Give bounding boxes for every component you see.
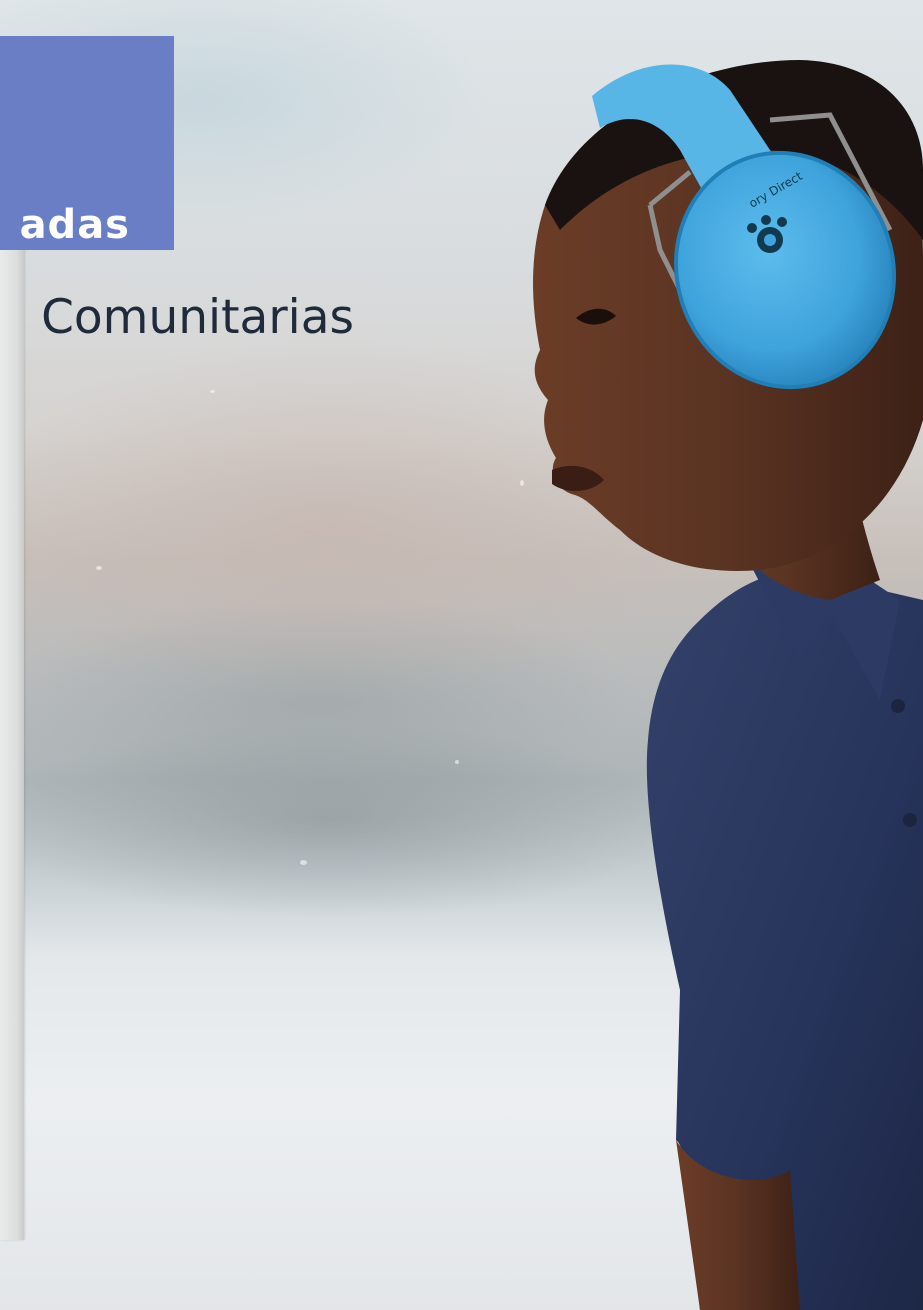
raindrop <box>455 760 459 764</box>
raindrop <box>300 860 307 865</box>
title-fragment: adas <box>19 202 130 248</box>
frosted-edge <box>0 240 24 1240</box>
slide: ory Direct adas Comunitarias <box>0 0 923 1310</box>
raindrop <box>96 566 102 570</box>
title-tile: adas <box>0 36 174 250</box>
subtitle: Comunitarias <box>41 290 354 345</box>
raindrop <box>210 390 215 393</box>
raindrop <box>520 480 524 486</box>
